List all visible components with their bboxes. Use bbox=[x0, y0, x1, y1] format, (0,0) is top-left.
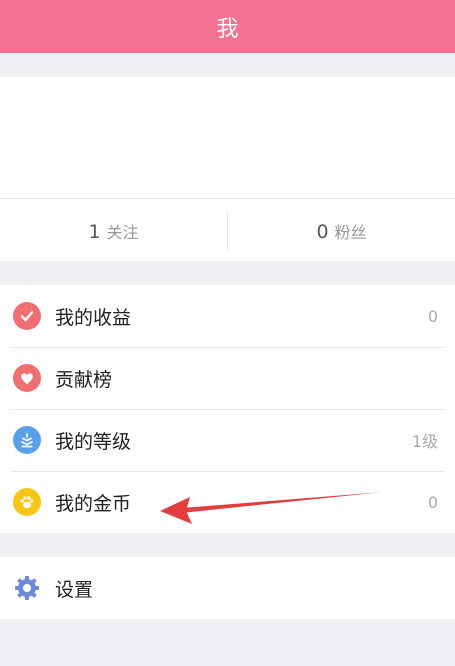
menu-group-main: 我的收益 0 贡献榜 我的等级 1级 我的金币 0 bbox=[0, 285, 455, 533]
menu-item-settings[interactable]: 设置 bbox=[0, 557, 455, 619]
top-nav-bar: 我 bbox=[0, 0, 455, 53]
level-stack-icon bbox=[13, 426, 41, 454]
gear-icon bbox=[13, 574, 41, 602]
menu-group-settings: 设置 bbox=[0, 557, 455, 619]
profile-card: 1 关注 0 粉丝 bbox=[0, 77, 455, 261]
menu-item-ranking[interactable]: 贡献榜 bbox=[0, 347, 455, 409]
menu-item-coins[interactable]: 我的金币 0 bbox=[0, 471, 455, 533]
followers-stat[interactable]: 0 粉丝 bbox=[228, 219, 455, 243]
coins-value: 0 bbox=[427, 492, 438, 512]
following-label: 关注 bbox=[106, 222, 139, 242]
menu-item-label: 我的等级 bbox=[55, 430, 132, 453]
followers-count: 0 bbox=[316, 220, 329, 243]
menu-item-earnings[interactable]: 我的收益 0 bbox=[0, 285, 455, 347]
menu-item-label: 贡献榜 bbox=[55, 368, 113, 391]
following-count: 1 bbox=[88, 220, 101, 243]
menu-item-level[interactable]: 我的等级 1级 bbox=[0, 409, 455, 471]
level-value: 1级 bbox=[411, 432, 438, 451]
paw-coin-icon bbox=[13, 488, 41, 516]
menu-item-label: 我的收益 bbox=[55, 306, 132, 329]
followers-label: 粉丝 bbox=[334, 222, 367, 242]
menu-item-label: 设置 bbox=[55, 578, 94, 601]
heart-icon bbox=[13, 364, 41, 392]
page-title: 我 bbox=[216, 16, 239, 42]
follow-stats: 1 关注 0 粉丝 bbox=[0, 198, 455, 262]
following-stat[interactable]: 1 关注 bbox=[0, 219, 227, 243]
profile-area[interactable] bbox=[0, 77, 455, 198]
earnings-value: 0 bbox=[427, 306, 438, 326]
menu-item-label: 我的金币 bbox=[55, 492, 132, 515]
check-circle-icon bbox=[13, 302, 41, 330]
